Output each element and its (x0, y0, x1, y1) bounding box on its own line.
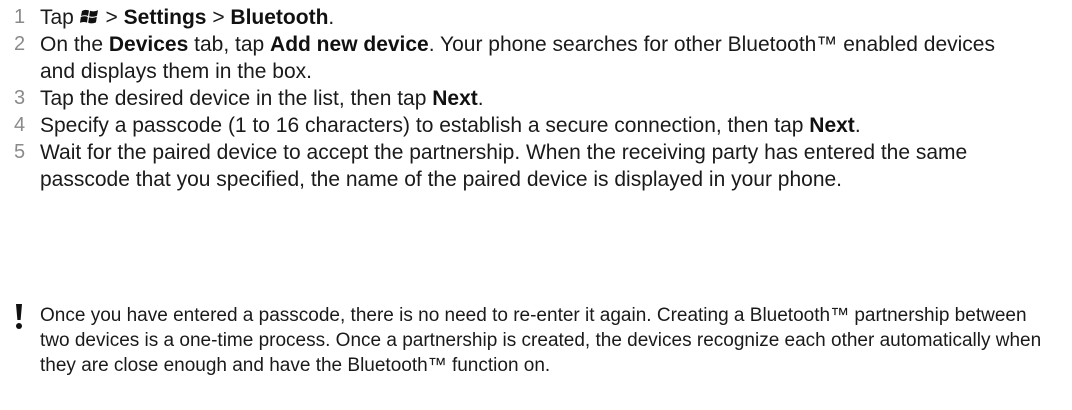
step-item: 3 Tap the desired device in the list, the… (0, 85, 1072, 112)
bold-term: Next (809, 114, 855, 137)
step-item: 5 Wait for the paired device to accept th… (0, 139, 1072, 193)
step-text: > (99, 6, 124, 29)
step-text: . (477, 87, 484, 110)
bold-term: Settings (123, 6, 207, 29)
step-text: Tap (40, 6, 80, 29)
note-block: Once you have entered a passcode, there … (0, 303, 1072, 378)
exclamation-icon (16, 304, 22, 329)
bold-term: Add new device (270, 33, 429, 56)
step-item: 2 On the Devices tab, tap Add new device.… (0, 31, 1072, 85)
step-text: . (328, 6, 335, 29)
step-text: On the (40, 33, 109, 56)
bold-term: Next (432, 87, 478, 110)
bold-term: Devices (108, 33, 189, 56)
step-number: 2 (14, 33, 26, 55)
instruction-steps: 1 Tap > Settings > Bluetooth. 2 On the Devi… (0, 4, 1072, 193)
step-number: 3 (14, 87, 26, 109)
document-page: 1 Tap > Settings > Bluetooth. 2 On the Devi… (0, 0, 1072, 410)
step-text: > (206, 6, 231, 29)
windows-start-icon (79, 9, 98, 24)
step-item: 1 Tap > Settings > Bluetooth. (0, 4, 1072, 31)
bold-term: Bluetooth (230, 6, 329, 29)
step-number: 5 (14, 141, 26, 163)
step-text: Specify a passcode (1 to 16 characters) … (40, 114, 810, 137)
step-number: 1 (14, 6, 26, 28)
step-text: . (854, 114, 861, 137)
note-text: Once you have entered a passcode, there … (40, 305, 1042, 376)
step-number: 4 (14, 114, 26, 136)
step-text: Tap the desired device in the list, then… (40, 87, 433, 110)
step-text: Wait for the paired device to accept the… (40, 141, 968, 191)
step-text: tab, tap (188, 33, 271, 56)
step-item: 4 Specify a passcode (1 to 16 characters)… (0, 112, 1072, 139)
